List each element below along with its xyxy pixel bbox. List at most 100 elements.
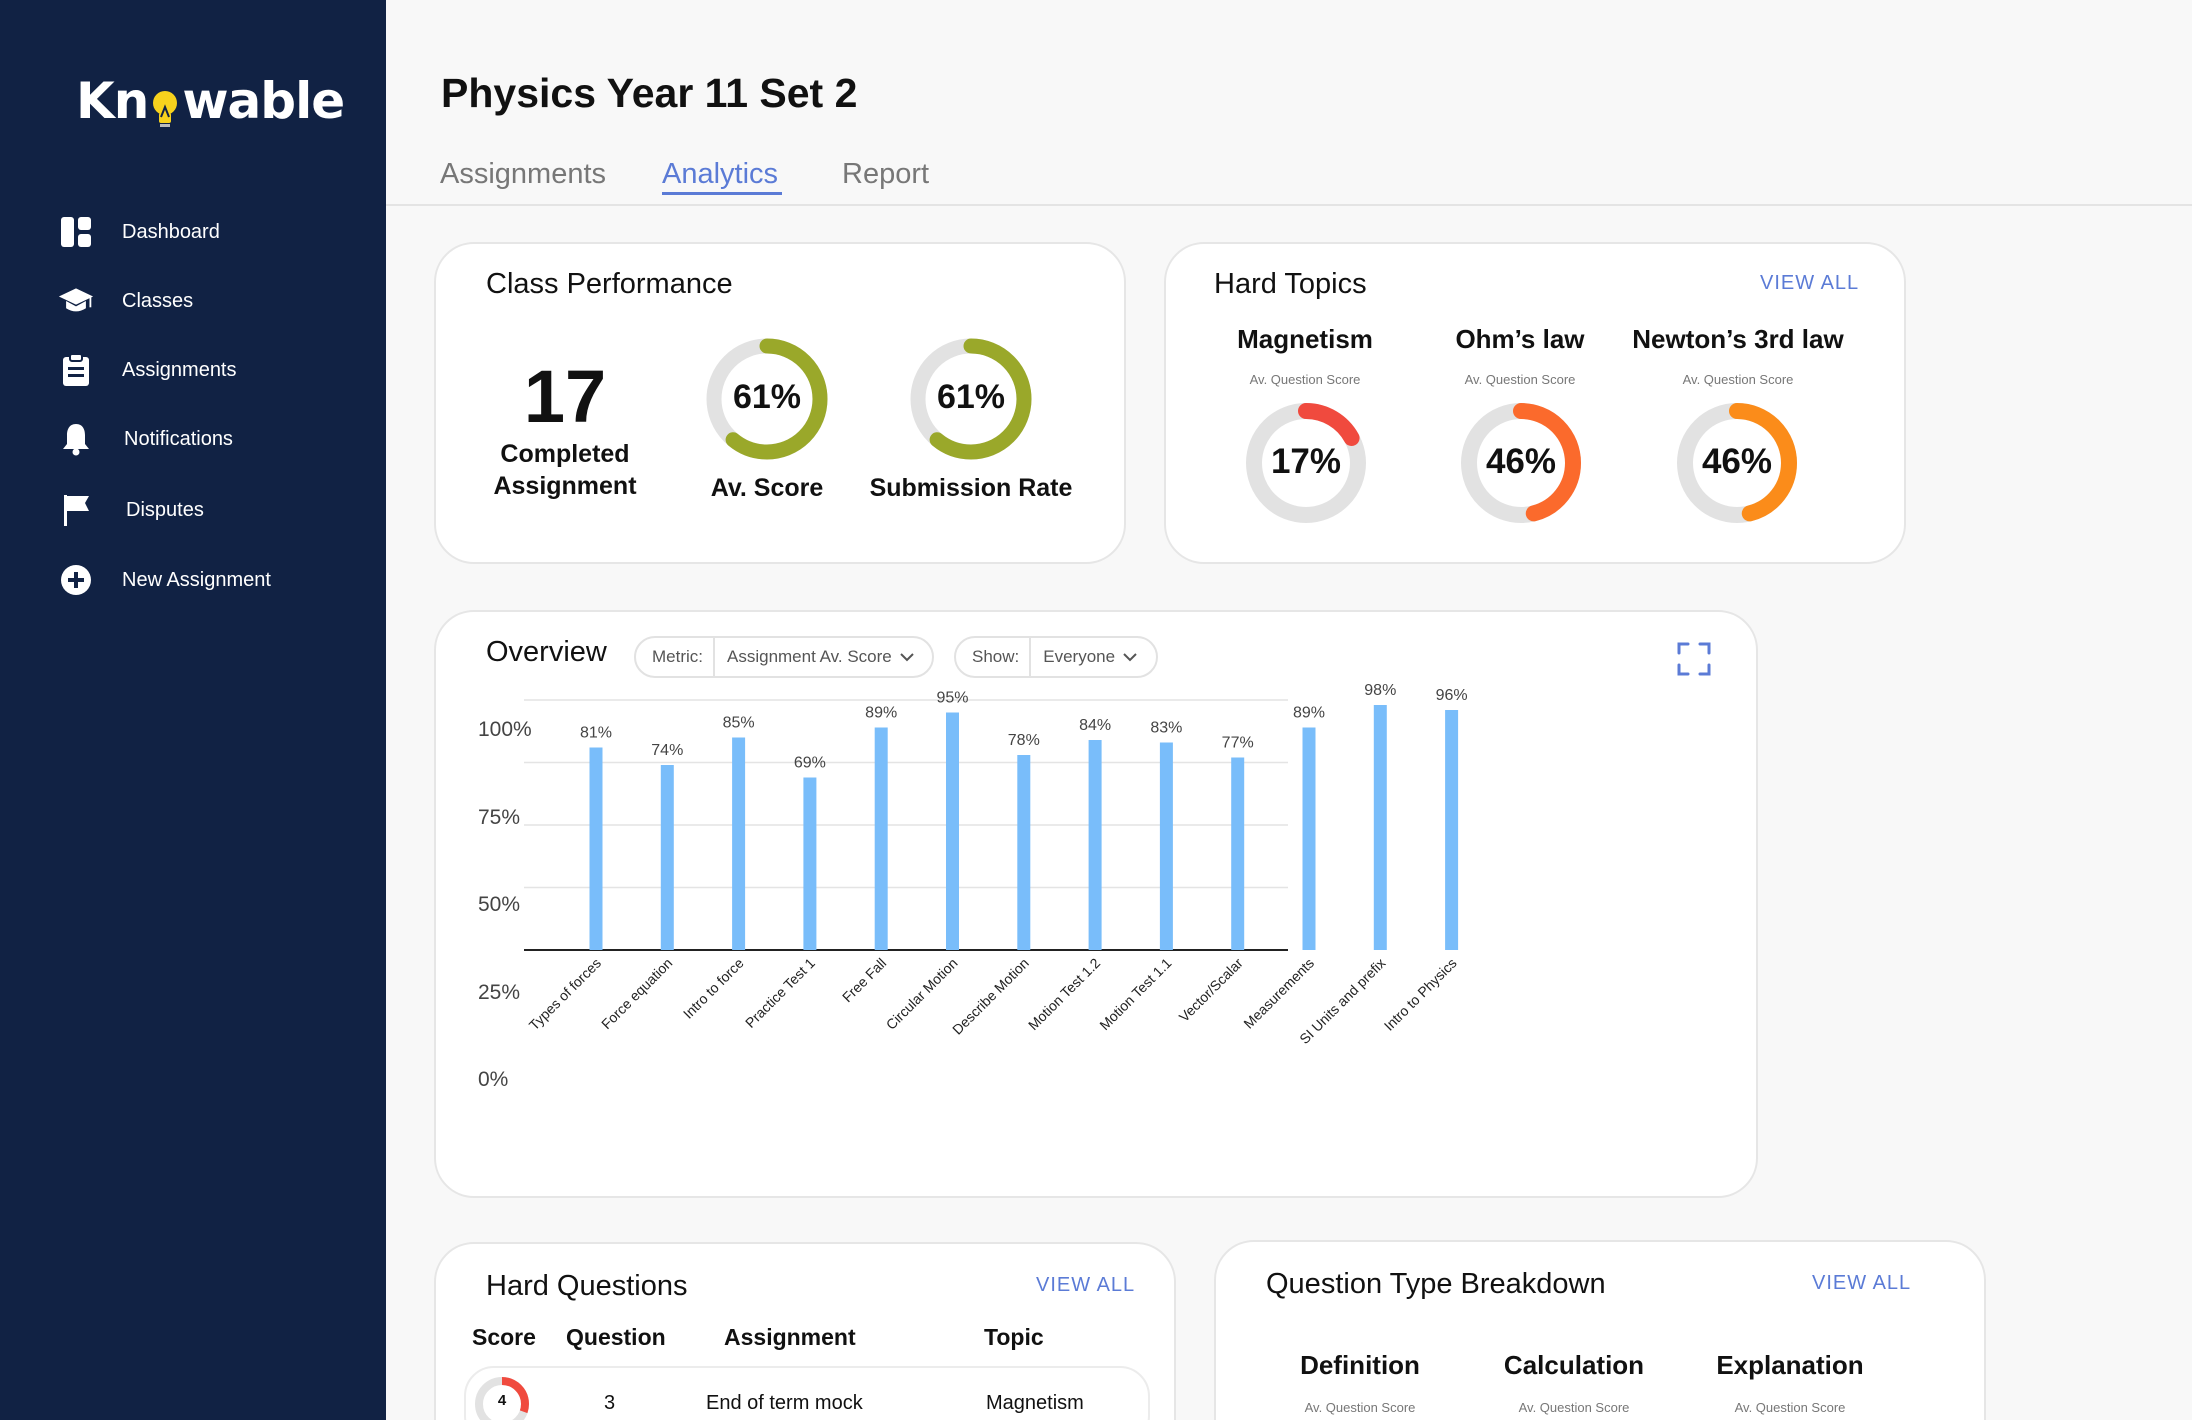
- topic-name: Newton’s 3rd law: [1632, 324, 1844, 354]
- sidebar-item-assignments[interactable]: Assignments: [58, 352, 237, 388]
- bar-value-label: 98%: [1364, 682, 1396, 699]
- x-tick-label: Intro to Physics: [1381, 955, 1460, 1034]
- y-tick-label: 75%: [478, 806, 521, 829]
- dashboard-icon: [58, 214, 94, 250]
- sidebar-item-label: New Assignment: [122, 568, 271, 591]
- overview-card: Overview Metric: Assignment Av. Score Sh…: [434, 610, 1758, 1198]
- lightbulb-icon: [149, 85, 181, 129]
- question-type-caption: Av. Question Score: [1304, 1400, 1416, 1415]
- column-header-topic: Topic: [984, 1324, 1044, 1350]
- x-tick-label: Motion Test 1.2: [1025, 955, 1103, 1033]
- chart-bar[interactable]: [1088, 740, 1102, 950]
- x-tick-label: Force equation: [598, 955, 675, 1032]
- topic-caption: Av. Question Score: [1682, 372, 1794, 387]
- chart-bar[interactable]: [1017, 755, 1031, 950]
- chart-bar[interactable]: [946, 712, 959, 951]
- submission-rate-label: Submission Rate: [869, 474, 1073, 502]
- topic-score: 46%: [1485, 442, 1557, 481]
- column-header-question: Question: [566, 1324, 666, 1350]
- plus-circle-icon: [58, 562, 94, 598]
- question-type-breakdown-card: Question Type Breakdown VIEW ALL Definit…: [1214, 1240, 1986, 1420]
- hard-topics-card: Hard Topics VIEW ALL Magnetism Av. Quest…: [1164, 242, 1906, 564]
- hard-topics-view-all-link[interactable]: VIEW ALL: [1760, 272, 1859, 295]
- chart-bar[interactable]: [1302, 727, 1316, 951]
- tab-analytics[interactable]: Analytics: [662, 158, 778, 191]
- row-topic: Magnetism: [986, 1392, 1084, 1414]
- sidebar-item-label: Dashboard: [122, 220, 220, 243]
- sidebar-item-dashboard[interactable]: Dashboard: [58, 214, 220, 250]
- graduation-cap-icon: [58, 283, 94, 319]
- x-tick-label: Types of forces: [526, 955, 604, 1033]
- y-tick-label: 0%: [478, 1068, 509, 1091]
- av-score-label: Av. Score: [710, 474, 824, 502]
- x-tick-label: Practice Test 1: [742, 955, 818, 1031]
- completed-count: 17: [523, 355, 607, 438]
- submission-rate-value: 61%: [936, 378, 1006, 416]
- card-title: Hard Topics: [1214, 268, 1367, 300]
- card-title: Hard Questions: [486, 1270, 688, 1302]
- question-type-name: Calculation: [1503, 1350, 1645, 1380]
- knowable-logo[interactable]: Kn wable: [76, 66, 345, 136]
- question-types-view-all-link[interactable]: VIEW ALL: [1812, 1272, 1911, 1295]
- bar-value-label: 69%: [794, 755, 826, 772]
- sidebar-item-notifications[interactable]: Notifications: [58, 421, 233, 457]
- row-score: 4: [497, 1392, 507, 1409]
- chart-bar[interactable]: [874, 727, 888, 951]
- bell-icon: [58, 421, 94, 457]
- completed-label-line2: Assignment: [493, 472, 637, 500]
- table-row[interactable]: 4 3 End of term mock Magnetism: [464, 1366, 1150, 1420]
- topic-caption: Av. Question Score: [1464, 372, 1576, 387]
- tab-report[interactable]: Report: [842, 158, 929, 191]
- class-performance-card: Class Performance 17 Completed Assignmen…: [434, 242, 1126, 564]
- row-question: 3: [604, 1392, 616, 1414]
- chart-bar[interactable]: [1445, 710, 1459, 950]
- card-title: Question Type Breakdown: [1266, 1268, 1606, 1300]
- chart-bar[interactable]: [589, 747, 603, 951]
- topic-score: 46%: [1701, 442, 1773, 481]
- bar-value-label: 81%: [580, 725, 612, 742]
- x-tick-label: Circular Motion: [883, 955, 961, 1033]
- completed-label-line1: Completed: [500, 440, 630, 468]
- chart-bar[interactable]: [660, 765, 674, 950]
- question-type-name: Definition: [1300, 1350, 1420, 1380]
- bar-value-label: 84%: [1079, 717, 1111, 734]
- topic-caption: Av. Question Score: [1249, 372, 1361, 387]
- bar-value-label: 77%: [1222, 735, 1254, 752]
- chart-bar[interactable]: [1231, 757, 1245, 951]
- page-title: Physics Year 11 Set 2: [441, 70, 858, 116]
- column-header-score: Score: [472, 1324, 536, 1350]
- bar-value-label: 74%: [651, 742, 683, 759]
- chart-bar[interactable]: [732, 737, 746, 951]
- x-tick-label: Free Fall: [839, 955, 889, 1005]
- sidebar-item-new-assignment[interactable]: New Assignment: [58, 562, 271, 598]
- card-title: Class Performance: [486, 268, 733, 300]
- x-tick-label: Measurements: [1240, 955, 1317, 1032]
- y-tick-label: 100%: [478, 718, 532, 741]
- chart-bar[interactable]: [1159, 742, 1173, 951]
- sidebar-item-disputes[interactable]: Disputes: [58, 492, 204, 528]
- bar-value-label: 85%: [723, 715, 755, 732]
- bar-value-label: 96%: [1436, 687, 1468, 704]
- bar-value-label: 95%: [936, 690, 968, 707]
- tab-assignments[interactable]: Assignments: [440, 158, 606, 191]
- question-type-name: Explanation: [1716, 1350, 1864, 1380]
- chart-bar[interactable]: [803, 777, 817, 951]
- column-header-assignment: Assignment: [724, 1324, 856, 1350]
- x-tick-label: Vector/Scalar: [1176, 955, 1246, 1025]
- topic-name: Magnetism: [1237, 324, 1373, 354]
- bar-value-label: 89%: [1293, 705, 1325, 722]
- hard-questions-view-all-link[interactable]: VIEW ALL: [1036, 1274, 1135, 1297]
- clipboard-icon: [58, 352, 94, 388]
- av-score-value: 61%: [732, 378, 802, 416]
- chart-bar[interactable]: [1373, 705, 1387, 950]
- sidebar-item-classes[interactable]: Classes: [58, 283, 193, 319]
- sidebar-item-label: Assignments: [122, 358, 237, 381]
- question-type-caption: Av. Question Score: [1734, 1400, 1846, 1415]
- hard-questions-card: Hard Questions VIEW ALL Score Question A…: [434, 1242, 1176, 1420]
- header-divider: [386, 204, 2192, 206]
- question-type-caption: Av. Question Score: [1518, 1400, 1630, 1415]
- bar-value-label: 89%: [865, 705, 897, 722]
- row-assignment: End of term mock: [706, 1392, 863, 1414]
- sidebar-item-label: Disputes: [126, 498, 204, 521]
- y-tick-label: 50%: [478, 893, 521, 916]
